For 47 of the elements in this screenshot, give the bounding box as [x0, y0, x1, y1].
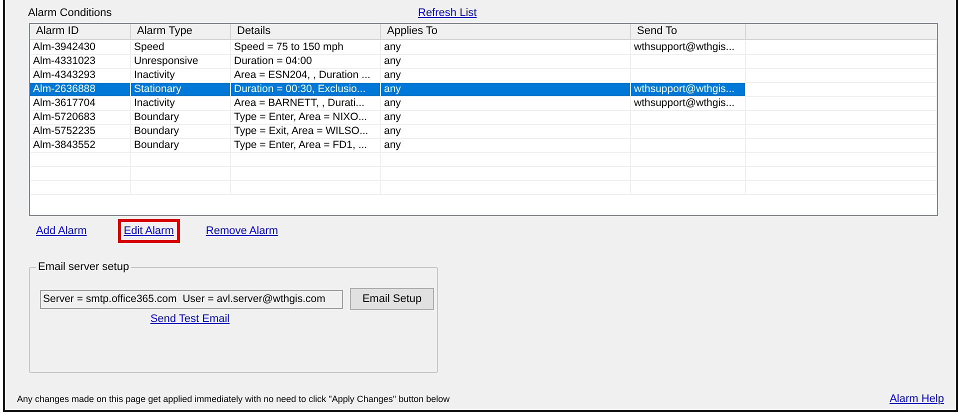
email-setup-button[interactable]: Email Setup	[350, 288, 434, 310]
column-header[interactable]: Details	[231, 24, 381, 39]
table-cell: Speed	[131, 41, 231, 55]
table-cell: Duration = 00:30, Exclusio...	[231, 83, 381, 97]
table-cell: Alm-2636888	[30, 83, 131, 97]
table-cell: wthsupport@wthgis...	[631, 97, 746, 111]
table-cell: any	[381, 139, 631, 153]
table-cell: Alm-3843552	[30, 139, 131, 153]
column-header[interactable]: Alarm ID	[30, 24, 131, 39]
column-header[interactable]: Applies To	[381, 24, 631, 39]
table-cell: any	[381, 125, 631, 139]
table-cell: any	[381, 41, 631, 55]
action-link[interactable]: Edit Alarm	[118, 218, 180, 242]
table-cell: Boundary	[131, 111, 231, 125]
table-cell: Boundary	[131, 139, 231, 153]
alarm-help-link[interactable]: Alarm Help	[890, 392, 944, 406]
table-cell: Speed = 75 to 150 mph	[231, 41, 381, 55]
table-cell: Duration = 04:00	[231, 55, 381, 69]
table-cell: Alm-4331023	[30, 55, 131, 69]
server-info-field[interactable]: Server = smtp.office365.com User = avl.server@wthgis.com	[40, 290, 343, 308]
table-cell: Alm-3942430	[30, 41, 131, 55]
column-header[interactable]: Alarm Type	[131, 24, 231, 39]
table-cell: Type = Enter, Area = FD1, ...	[231, 139, 381, 153]
table-cell: Boundary	[131, 125, 231, 139]
action-link[interactable]: Remove Alarm	[202, 220, 282, 240]
action-link[interactable]: Add Alarm	[33, 220, 90, 240]
table-cell: Type = Exit, Area = WILSO...	[231, 125, 381, 139]
footer-note: Any changes made on this page get applied immediately with no need to click "Apply Changes" button below	[17, 393, 450, 405]
group-title: Email server setup	[36, 260, 132, 274]
section-title: Alarm Conditions	[28, 6, 113, 20]
table-cell: Alm-3617704	[30, 97, 131, 111]
table-cell: Type = Enter, Area = NIXO...	[231, 111, 381, 125]
table-cell: Stationary	[131, 83, 231, 97]
column-header[interactable]: Send To	[631, 24, 746, 39]
refresh-list-link[interactable]: Refresh List	[418, 6, 477, 20]
table-cell: Unresponsive	[131, 55, 231, 69]
table-cell: any	[381, 83, 631, 97]
table-cell: Alm-5752235	[30, 125, 131, 139]
table-cell: Area = BARNETT, , Durati...	[231, 97, 381, 111]
table-cell: any	[381, 97, 631, 111]
table-cell: any	[381, 55, 631, 69]
table-cell: Inactivity	[131, 97, 231, 111]
table-cell: wthsupport@wthgis...	[631, 83, 746, 97]
send-test-email-link[interactable]: Send Test Email	[150, 312, 230, 326]
table-cell: Alm-5720683	[30, 111, 131, 125]
table-cell: any	[381, 111, 631, 125]
table-cell: wthsupport@wthgis...	[631, 41, 746, 55]
